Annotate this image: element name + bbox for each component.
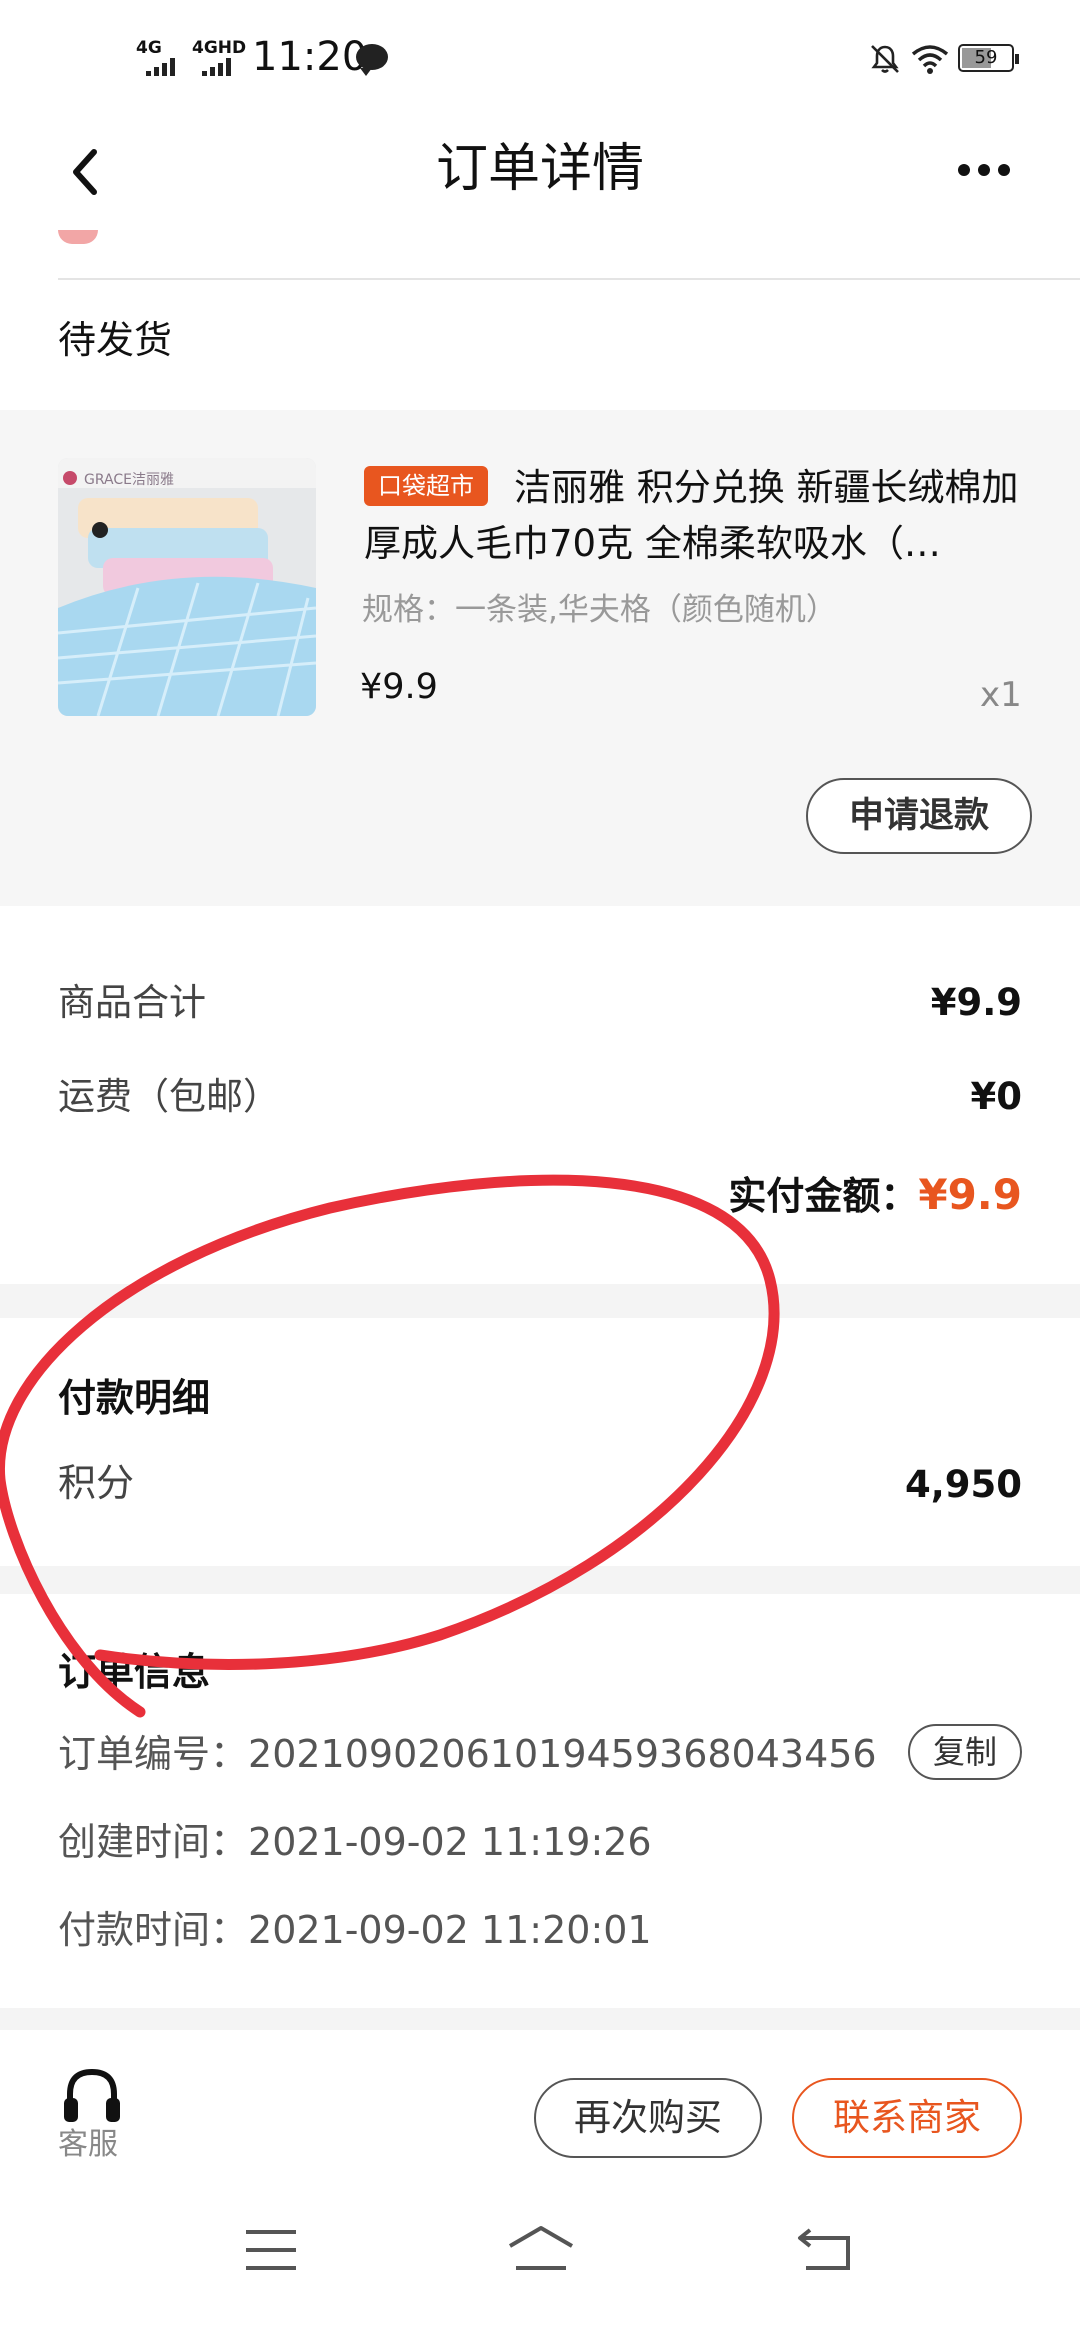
points-value: 4,950 — [904, 1463, 1022, 1506]
points-label: 积分 — [58, 1461, 135, 1505]
paid-time-row: 付款时间：2021-09-02 11:20:01 — [58, 1904, 652, 1956]
goods-total-label: 商品合计 — [58, 981, 206, 1024]
order-info-title: 订单信息 — [58, 1650, 211, 1694]
created-time-label: 创建时间： — [58, 1820, 249, 1864]
goods-total-value: ¥9.9 — [930, 981, 1022, 1024]
towel-image — [58, 458, 316, 716]
order-status-card: 待发货 — [0, 220, 1080, 410]
headset-icon — [64, 2068, 120, 2122]
order-number-label: 订单编号： — [58, 1732, 249, 1776]
back-button[interactable] — [60, 142, 120, 202]
brand-logo-text: GRACE洁丽雅 — [84, 472, 174, 488]
wifi-icon — [911, 45, 949, 74]
menu-icon[interactable] — [244, 2228, 298, 2272]
status-time: 11:20 — [252, 34, 368, 80]
order-status-label: 待发货 — [58, 318, 173, 362]
paid-time: 2021-09-02 11:20:01 — [248, 1908, 652, 1952]
copy-button[interactable]: 复制 — [908, 1724, 1022, 1780]
home-icon[interactable] — [506, 2224, 576, 2274]
paid-amount-row: 实付金额：¥9.9 — [728, 1168, 1022, 1223]
shipping-label: 运费（包邮） — [58, 1075, 280, 1118]
payment-detail-title: 付款明细 — [58, 1376, 211, 1420]
product-image[interactable]: GRACE洁丽雅 — [58, 458, 316, 716]
mute-icon — [871, 45, 899, 73]
message-icon — [356, 44, 388, 76]
product-price: ¥9.9 — [360, 667, 438, 707]
paid-amount-value: ¥9.9 — [918, 1170, 1022, 1219]
contact-seller-button[interactable]: 联系商家 — [792, 2078, 1022, 2158]
signal-label: 4G — [136, 38, 162, 58]
order-info-card: 订单信息 订单编号：20210902061019459368043456 复制 … — [0, 1594, 1080, 2008]
order-number-row: 订单编号：20210902061019459368043456 — [58, 1728, 877, 1780]
back-nav-icon[interactable] — [796, 2224, 856, 2274]
signal-icon: 4G — [136, 40, 186, 76]
product-spec: 规格：一条装,华夫格（颜色随机） — [362, 592, 837, 628]
system-nav-bar — [0, 2170, 1080, 2340]
customer-service-button[interactable] — [52, 2066, 132, 2130]
product-card[interactable]: GRACE洁丽雅 洁丽雅 积分兑换 新疆长绒棉加厚成人毛巾70克 全棉柔软吸水（… — [0, 410, 1080, 906]
payment-detail-card: 付款明细 积分 4,950 — [0, 1318, 1080, 1566]
buy-again-button[interactable]: 再次购买 — [534, 2078, 762, 2158]
more-button[interactable] — [950, 156, 1020, 186]
chevron-left-icon — [73, 149, 97, 195]
store-tag: 口袋超市 — [364, 466, 488, 506]
created-time: 2021-09-02 11:19:26 — [248, 1820, 652, 1864]
divider — [58, 278, 1080, 280]
price-summary: 商品合计 ¥9.9 运费（包邮） ¥0 实付金额：¥9.9 — [0, 906, 1080, 1284]
status-bar: 4G 4GHD 11:20 59 — [0, 0, 1080, 120]
bottom-action-bar: 客服 再次购买 联系商家 — [0, 2030, 1080, 2170]
page-title: 订单详情 — [435, 139, 644, 199]
battery-level: 59 — [974, 47, 998, 68]
paid-time-label: 付款时间： — [58, 1908, 249, 1952]
paid-amount-label: 实付金额： — [728, 1174, 919, 1218]
customer-service-label: 客服 — [58, 2127, 118, 2162]
nav-bar: 订单详情 — [0, 120, 1080, 220]
shipping-value: ¥0 — [970, 1075, 1023, 1118]
order-number: 20210902061019459368043456 — [248, 1732, 877, 1776]
created-time-row: 创建时间：2021-09-02 11:19:26 — [58, 1816, 652, 1868]
product-quantity: x1 — [980, 675, 1022, 715]
battery-icon: 59 — [958, 44, 1019, 72]
partial-icon — [58, 230, 98, 244]
signal-hd-icon: 4GHD — [192, 40, 248, 76]
refund-button[interactable]: 申请退款 — [806, 778, 1032, 854]
signal-label-2: 4GHD — [192, 38, 247, 58]
